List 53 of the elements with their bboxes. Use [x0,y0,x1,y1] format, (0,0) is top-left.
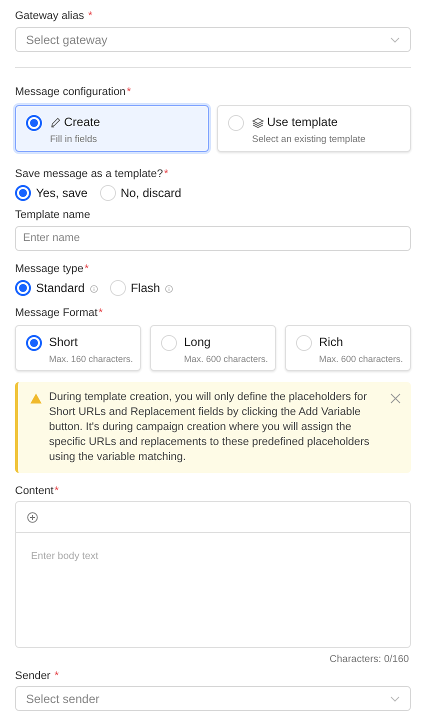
editor-placeholder: Enter body text [31,550,98,564]
select-field[interactable]: Select sender [15,686,411,711]
required-mark: * [54,669,59,683]
layers-icon [252,116,264,128]
required-mark: * [164,167,168,181]
character-counter: Characters: 0/160 [330,653,409,667]
option-card[interactable]: Use template Select an existing template [217,105,411,152]
field-label: Save message as a template? [15,167,163,181]
alert-message: During template creation, you will only define the placeholders for Short URLs and Replacement fields by clicking the Add Variable button. It's during campaign creation where you will assign the specific URLs and replacements to these predefined placeholders using the variable matching. [49,390,370,465]
option-title: Create [64,115,100,130]
required-mark: * [126,85,131,99]
info-icon [90,285,98,293]
text-input[interactable]: Enter name [15,226,411,251]
option-card[interactable]: Rich Max. 600 characters. [285,325,411,371]
field-label: Template name [15,208,90,222]
required-mark: * [84,262,89,276]
option-card[interactable]: Short Max. 160 characters. [15,325,141,371]
required-mark: * [98,306,103,320]
radio-button[interactable] [26,115,42,131]
option-title: Short [49,335,79,350]
option-card[interactable]: Long Max. 600 characters. [150,325,276,371]
field-label: Content [15,484,54,498]
warning-icon [30,393,42,404]
option-title: Long [184,335,212,350]
option-description: Fill in fields [50,133,98,147]
select-field[interactable]: Select gateway [15,27,411,52]
option-description: Max. 600 characters. [319,353,404,366]
required-mark: * [54,484,59,498]
option-description: Max. 600 characters. [184,353,268,366]
field-label: Message type [15,262,84,276]
option-card[interactable]: Create Fill in fields [15,105,209,152]
required-mark: * [88,9,92,23]
pencil-icon [50,117,61,128]
radio-label: No, discard [120,185,182,202]
radio-label: Standard [36,280,85,297]
info-icon [165,285,174,293]
add-circle-icon[interactable] [27,512,38,522]
close-icon[interactable] [390,393,401,404]
radio-button[interactable] [15,185,31,201]
radio-label: Flash [130,280,160,297]
radio-label: Yes, save [36,185,88,202]
option-description: Max. 160 characters. [49,353,134,366]
option-title: Rich [319,335,344,350]
field-label: Message configuration [15,85,126,99]
field-label: Message Format [15,306,98,320]
field-label: Sender [15,669,50,683]
option-description: Select an existing template [252,133,366,147]
radio-button[interactable] [15,280,31,296]
chevron-down-icon [390,696,400,702]
chevron-down-icon [390,36,400,42]
field-label: Gateway alias [15,9,84,23]
radio-button[interactable] [26,335,42,351]
option-title: Use template [267,115,338,130]
